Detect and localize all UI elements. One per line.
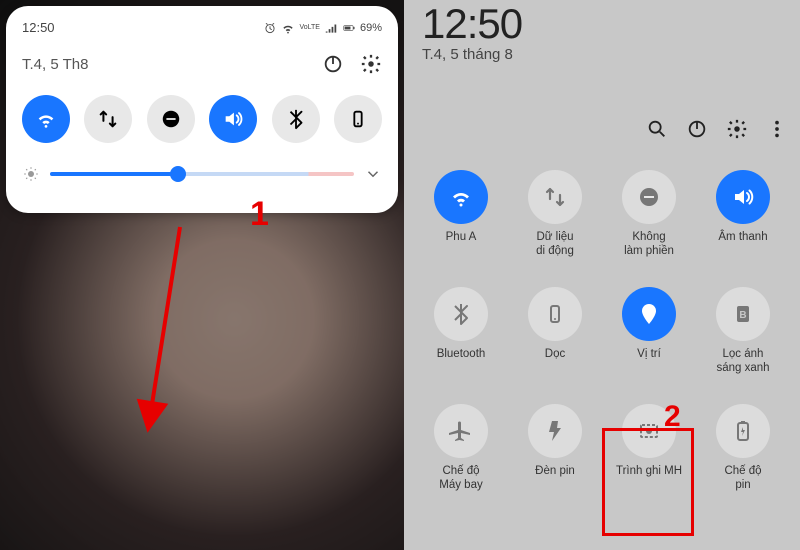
annotation-step-2: 2 [664, 400, 681, 434]
tile-label: Dọc [545, 347, 565, 375]
tile-battery[interactable]: Chế độ pin [696, 404, 790, 493]
battery-pct: 69% [360, 22, 382, 34]
tile-label: Chế độ pin [724, 464, 761, 493]
battery-icon [716, 404, 770, 458]
dnd-icon [622, 170, 676, 224]
sound-icon [716, 170, 770, 224]
tile-label: Phu A [446, 230, 477, 258]
tile-label: Bluetooth [437, 347, 486, 375]
tile-wifi[interactable]: Phu A [414, 170, 508, 259]
tile-bt[interactable]: Bluetooth [414, 287, 508, 376]
tile-label: Âm thanh [718, 230, 767, 258]
wifi-status-icon [281, 21, 295, 35]
battery-icon [342, 21, 356, 35]
status-time: 12:50 [22, 20, 55, 35]
status-icons: VoLTE 69% [263, 21, 382, 35]
annotation-step-1: 1 [250, 195, 269, 234]
tile-sound[interactable]: Âm thanh [696, 170, 790, 259]
qs-dnd[interactable] [147, 95, 195, 143]
flashlight-icon [528, 404, 582, 458]
status-bar: 12:50 VoLTE 69% [22, 20, 382, 35]
volte-indicator: VoLTE [299, 24, 320, 31]
qs-sound[interactable] [209, 95, 257, 143]
expanded-top-controls [646, 118, 788, 140]
qs-data[interactable] [84, 95, 132, 143]
bt-icon [434, 287, 488, 341]
location-icon [622, 287, 676, 341]
tile-flashlight[interactable]: Đèn pin [508, 404, 602, 493]
notification-shade-collapsed: 12:50 VoLTE 69% T.4, 5 Th8 [6, 6, 398, 213]
tile-label: Không làm phiền [624, 230, 674, 259]
tile-bluelight[interactable]: Lọc ánh sáng xanh [696, 287, 790, 376]
tile-label: Dữ liệu di động [536, 230, 574, 259]
tile-airplane[interactable]: Chế độ Máy bay [414, 404, 508, 493]
signal-icon [324, 21, 338, 35]
search-button[interactable] [646, 118, 668, 140]
airplane-icon [434, 404, 488, 458]
expanded-date: T.4, 5 tháng 8 [422, 46, 513, 63]
expand-shade-button[interactable] [364, 165, 382, 183]
tile-label: Lọc ánh sáng xanh [716, 347, 769, 376]
shade-date: T.4, 5 Th8 [22, 56, 88, 73]
tile-label: Đèn pin [535, 464, 575, 492]
tile-data[interactable]: Dữ liệu di động [508, 170, 602, 259]
power-button[interactable] [686, 118, 708, 140]
qs-rotate[interactable] [334, 95, 382, 143]
more-button[interactable] [766, 118, 788, 140]
annotation-arrow [120, 222, 200, 442]
wifi-icon [434, 170, 488, 224]
quick-settings-row [22, 95, 382, 143]
tile-label: Vị trí [637, 347, 661, 375]
bluelight-icon [716, 287, 770, 341]
qs-bt[interactable] [272, 95, 320, 143]
tile-dnd[interactable]: Không làm phiền [602, 170, 696, 259]
expanded-time: 12:50 [422, 0, 522, 48]
data-icon [528, 170, 582, 224]
alarm-icon [263, 21, 277, 35]
power-button[interactable] [322, 53, 344, 75]
tile-location[interactable]: Vị trí [602, 287, 696, 376]
right-phone-panel: 12:50 T.4, 5 tháng 8 Phu A Dữ liệu di độn… [404, 0, 800, 550]
brightness-slider[interactable] [50, 172, 354, 176]
rotate-icon [528, 287, 582, 341]
annotation-highlight-box [602, 428, 694, 536]
tile-rotate[interactable]: Dọc [508, 287, 602, 376]
settings-button[interactable] [726, 118, 748, 140]
tile-label: Chế độ Máy bay [439, 464, 482, 493]
left-phone-panel: 12:50 VoLTE 69% T.4, 5 Th8 1 [0, 0, 404, 550]
settings-button[interactable] [360, 53, 382, 75]
qs-wifi[interactable] [22, 95, 70, 143]
brightness-icon [22, 165, 40, 183]
